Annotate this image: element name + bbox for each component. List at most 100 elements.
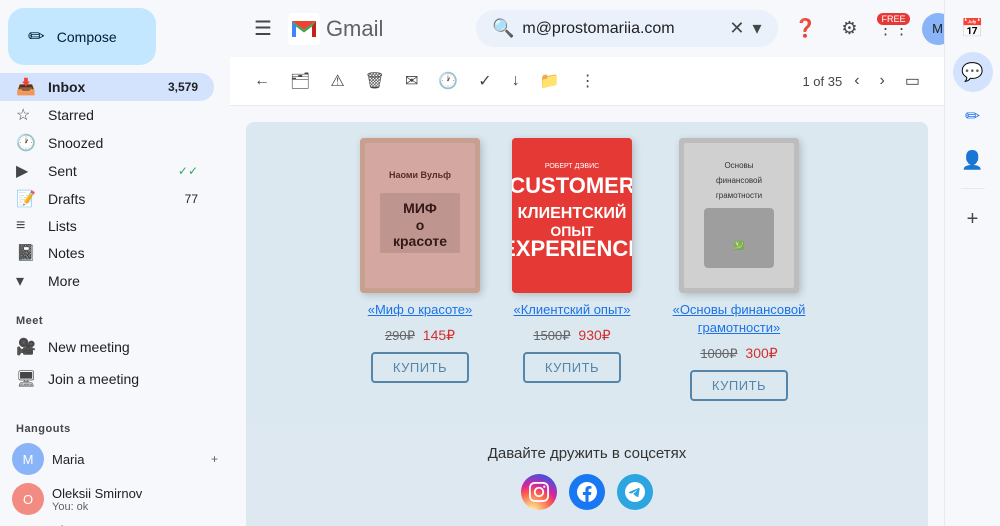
buy-customer-button[interactable]: КУПИТЬ <box>523 352 621 383</box>
settings-button[interactable]: ⚙ <box>830 9 870 49</box>
right-panel: 📅 💬 ✏ 👤 + <box>944 0 1000 526</box>
right-chat-button[interactable]: 💬 <box>953 52 993 92</box>
menu-icon[interactable]: ☰ <box>246 8 280 49</box>
download-button[interactable]: ↓ <box>504 66 528 96</box>
svg-text:финансовой: финансовой <box>716 176 762 185</box>
hangouts-section: Hangouts M Maria + O Oleksii Smirnov You… <box>0 403 230 526</box>
delete-icon: 🗑 <box>365 71 385 91</box>
buy-finance-button[interactable]: КУПИТЬ <box>690 370 788 401</box>
google-apps-button[interactable]: ⋮⋮ FREE <box>874 9 914 49</box>
sidebar-item-notes[interactable]: 📓 Notes <box>0 239 214 267</box>
back-icon: ← <box>254 72 270 90</box>
svg-text:EXPERIENCE: EXPERIENCE <box>512 236 632 261</box>
instagram-icon[interactable] <box>521 474 557 510</box>
search-input[interactable] <box>522 20 729 38</box>
hangout-oleksii-name: Oleksii Smirnov <box>52 486 218 501</box>
sidebar-item-drafts[interactable]: 📝 Drafts 77 <box>0 185 214 213</box>
facebook-icon[interactable] <box>569 474 605 510</box>
join-meeting-label: Join a meeting <box>48 371 198 387</box>
view-toggle-button[interactable]: ▭ <box>897 67 928 95</box>
prev-button[interactable]: ‹ <box>846 68 867 94</box>
sidebar-item-inbox[interactable]: 📥 Inbox 3,579 <box>0 73 214 101</box>
more-icon: ▾ <box>16 271 36 291</box>
apps-badge: FREE <box>877 13 909 25</box>
hangout-skyeng[interactable]: S Skyeng для преподавателей You were in … <box>0 519 230 526</box>
avatar-button[interactable]: M <box>918 9 945 49</box>
hangout-oleksii-status: You: ok <box>52 501 218 513</box>
sidebar-item-label: More <box>48 273 198 289</box>
folder-icon: 📁 <box>540 71 560 91</box>
snooze-button[interactable]: 🕐 <box>430 65 466 97</box>
draft-icon: 📝 <box>16 189 36 209</box>
meet-section: Meet 🎥 New meeting 🖥 Join a meeting <box>0 295 230 403</box>
join-icon: 🖥 <box>16 369 36 389</box>
sidebar-item-starred[interactable]: ☆ Starred <box>0 101 214 129</box>
settings-icon: ⚙ <box>841 18 857 39</box>
sidebar-item-sent[interactable]: ▶ Sent ✓✓ <box>0 157 214 185</box>
search-dropdown-icon[interactable]: ▾ <box>752 18 761 39</box>
pagination: 1 of 35 ‹ › ▭ <box>802 67 928 95</box>
archive-button[interactable]: 🗂 <box>282 65 318 97</box>
top-right-icons: ❓ ⚙ ⋮⋮ FREE M <box>786 9 945 49</box>
book-cover-myth: Наоми Вульф МИФ о красоте <box>360 138 480 293</box>
sidebar-item-label: Notes <box>48 245 198 261</box>
sidebar-item-snoozed[interactable]: 🕐 Snoozed <box>0 129 214 157</box>
svg-text:Основы: Основы <box>724 161 753 170</box>
next-button[interactable]: › <box>872 68 893 94</box>
delete-button[interactable]: 🗑 <box>357 65 393 97</box>
download-icon: ↓ <box>512 72 520 90</box>
video-icon: 🎥 <box>16 337 36 357</box>
more-actions-icon: ⋮ <box>580 71 596 91</box>
gmail-m-icon <box>288 13 320 45</box>
telegram-icon[interactable] <box>617 474 653 510</box>
book-customer-title[interactable]: «Клиентский опыт» <box>514 301 631 319</box>
report-button[interactable]: ⚠ <box>322 65 352 97</box>
sidebar: ✏ Compose 📥 Inbox 3,579 ☆ Starred 🕐 Snoo… <box>0 0 230 526</box>
social-title: Давайте дружить в соцсетях <box>266 445 908 462</box>
right-edit-button[interactable]: ✏ <box>953 96 993 136</box>
meet-title: Meet <box>0 303 230 331</box>
book-cover-finance: Основы финансовой грамотности 💹 <box>679 138 799 293</box>
book-finance-svg: Основы финансовой грамотности 💹 <box>679 138 799 293</box>
book-finance-price: 1000₽ 300₽ <box>700 345 777 362</box>
drafts-count: 77 <box>185 192 198 206</box>
email-icon: ✉ <box>405 71 418 91</box>
topbar: ☰ Gmail 🔍 ✕ ▾ ❓ ⚙ <box>230 0 944 57</box>
compose-button[interactable]: ✏ Compose <box>8 8 156 65</box>
hangout-oleksii[interactable]: O Oleksii Smirnov You: ok <box>0 479 230 519</box>
book-myth-title[interactable]: «Миф о красоте» <box>368 301 472 319</box>
price-old: 1000₽ <box>700 346 737 361</box>
svg-text:РОБЕРТ ДЭВИС: РОБЕРТ ДЭВИС <box>545 163 599 170</box>
avatar-oleksii: O <box>12 483 44 515</box>
right-add-button[interactable]: + <box>953 197 993 237</box>
right-person-button[interactable]: 👤 <box>953 140 993 180</box>
done-button[interactable]: ✓ <box>470 65 499 97</box>
new-meeting-item[interactable]: 🎥 New meeting <box>0 331 214 363</box>
help-button[interactable]: ❓ <box>786 9 826 49</box>
buy-myth-button[interactable]: КУПИТЬ <box>371 352 469 383</box>
join-meeting-item[interactable]: 🖥 Join a meeting <box>0 363 214 395</box>
sidebar-item-label: Inbox <box>48 79 168 95</box>
list-icon: ≡ <box>16 217 36 235</box>
right-calendar-button[interactable]: 📅 <box>953 8 993 48</box>
book-myth-svg: Наоми Вульф МИФ о красоте <box>360 138 480 293</box>
book-cover-customer: РОБЕРТ ДЭВИС CUSTOMER КЛИЕНТСКИЙ ОПЫТ EX… <box>512 138 632 293</box>
sidebar-item-more[interactable]: ▾ More <box>0 267 214 295</box>
gmail-logo: Gmail <box>288 13 468 45</box>
search-clear-icon[interactable]: ✕ <box>729 18 744 39</box>
back-button[interactable]: ← <box>246 66 278 96</box>
book-customer-svg: РОБЕРТ ДЭВИС CUSTOMER КЛИЕНТСКИЙ ОПЫТ EX… <box>512 138 632 293</box>
price-new: 145₽ <box>423 327 455 343</box>
edit-icon: ✏ <box>965 106 980 127</box>
hangout-add-icon[interactable]: + <box>211 452 218 466</box>
hangout-maria[interactable]: M Maria + <box>0 439 230 479</box>
price-new: 930₽ <box>578 327 610 343</box>
move-button[interactable]: 📁 <box>532 65 568 97</box>
more-actions-button[interactable]: ⋮ <box>572 65 604 97</box>
email-button[interactable]: ✉ <box>397 65 426 97</box>
price-old: 290₽ <box>385 328 415 343</box>
book-finance-title[interactable]: «Основы финансовой грамотности» <box>664 301 814 337</box>
chat-bubble-icon: 💬 <box>961 62 983 83</box>
sidebar-item-lists[interactable]: ≡ Lists <box>0 213 214 239</box>
right-divider <box>961 188 985 189</box>
